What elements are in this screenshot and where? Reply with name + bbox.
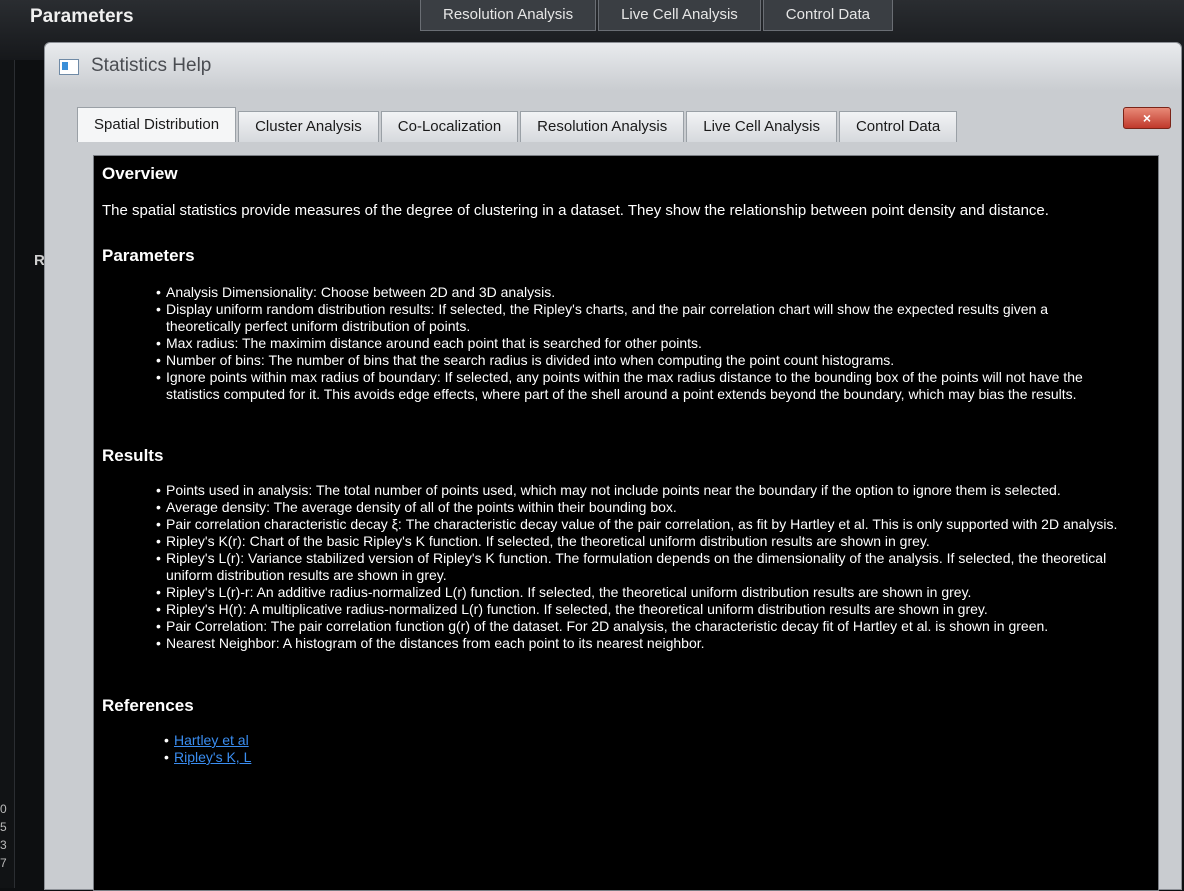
results-heading: Results	[102, 446, 164, 465]
tab-co-localization[interactable]: Co-Localization	[380, 111, 519, 142]
list-item: Ripley's K, L	[164, 749, 251, 766]
tab-resolution-analysis[interactable]: Resolution Analysis	[520, 111, 685, 142]
help-content-panel: Overview The spatial statistics provide …	[93, 155, 1159, 891]
background-left-edge: 0 5 3 7	[0, 60, 15, 888]
dialog-titlebar[interactable]: Statistics Help	[45, 43, 1181, 91]
tab-control-data[interactable]: Control Data	[838, 111, 958, 142]
reference-link-ripley[interactable]: Ripley's K, L	[174, 749, 251, 765]
background-tab-resolution-analysis[interactable]: Resolution Analysis	[420, 0, 597, 31]
background-app-title: Parameters	[30, 6, 134, 27]
list-item: Ripley's H(r): A multiplicative radius-n…	[156, 601, 1126, 618]
background-edge-digits: 0 5 3 7	[0, 802, 7, 870]
reference-link-hartley[interactable]: Hartley et al	[174, 732, 249, 748]
background-tab-control-data[interactable]: Control Data	[762, 0, 894, 31]
app-window-icon	[59, 59, 79, 75]
list-item: Ignore points within max radius of bound…	[156, 369, 1126, 403]
help-tab-bar: Spatial Distribution Cluster Analysis Co…	[77, 107, 959, 142]
list-item: Points used in analysis: The total numbe…	[156, 482, 1126, 499]
list-item: Ripley's L(r): Variance stabilized versi…	[156, 550, 1126, 584]
list-item: Hartley et al	[164, 732, 251, 749]
references-list: Hartley et al Ripley's K, L	[164, 732, 251, 766]
tab-cluster-analysis[interactable]: Cluster Analysis	[238, 111, 379, 142]
parameters-list: Analysis Dimensionality: Choose between …	[156, 284, 1126, 403]
parameters-heading: Parameters	[102, 246, 195, 265]
results-list: Points used in analysis: The total numbe…	[156, 482, 1126, 652]
overview-heading: Overview	[102, 164, 178, 183]
overview-text: The spatial statistics provide measures …	[102, 202, 1049, 219]
list-item: Display uniform random distribution resu…	[156, 301, 1126, 335]
background-tab-live-cell-analysis[interactable]: Live Cell Analysis	[598, 0, 761, 31]
list-item: Pair Correlation: The pair correlation f…	[156, 618, 1126, 635]
close-button[interactable]: ×	[1123, 107, 1171, 129]
list-item: Number of bins: The number of bins that …	[156, 352, 1126, 369]
list-item: Ripley's L(r)-r: An additive radius-norm…	[156, 584, 1126, 601]
tab-spatial-distribution[interactable]: Spatial Distribution	[77, 107, 237, 142]
statistics-help-dialog: Statistics Help × Spatial Distribution C…	[44, 42, 1182, 891]
references-heading: References	[102, 696, 194, 715]
list-item: Max radius: The maximim distance around …	[156, 335, 1126, 352]
list-item: Analysis Dimensionality: Choose between …	[156, 284, 1126, 301]
list-item: Pair correlation characteristic decay ξ:…	[156, 516, 1126, 533]
list-item: Nearest Neighbor: A histogram of the dis…	[156, 635, 1126, 652]
dialog-title: Statistics Help	[91, 55, 212, 76]
tab-live-cell-analysis[interactable]: Live Cell Analysis	[686, 111, 837, 142]
list-item: Average density: The average density of …	[156, 499, 1126, 516]
background-tab-bar: Resolution Analysis Live Cell Analysis C…	[420, 0, 895, 40]
list-item: Ripley's K(r): Chart of the basic Ripley…	[156, 533, 1126, 550]
